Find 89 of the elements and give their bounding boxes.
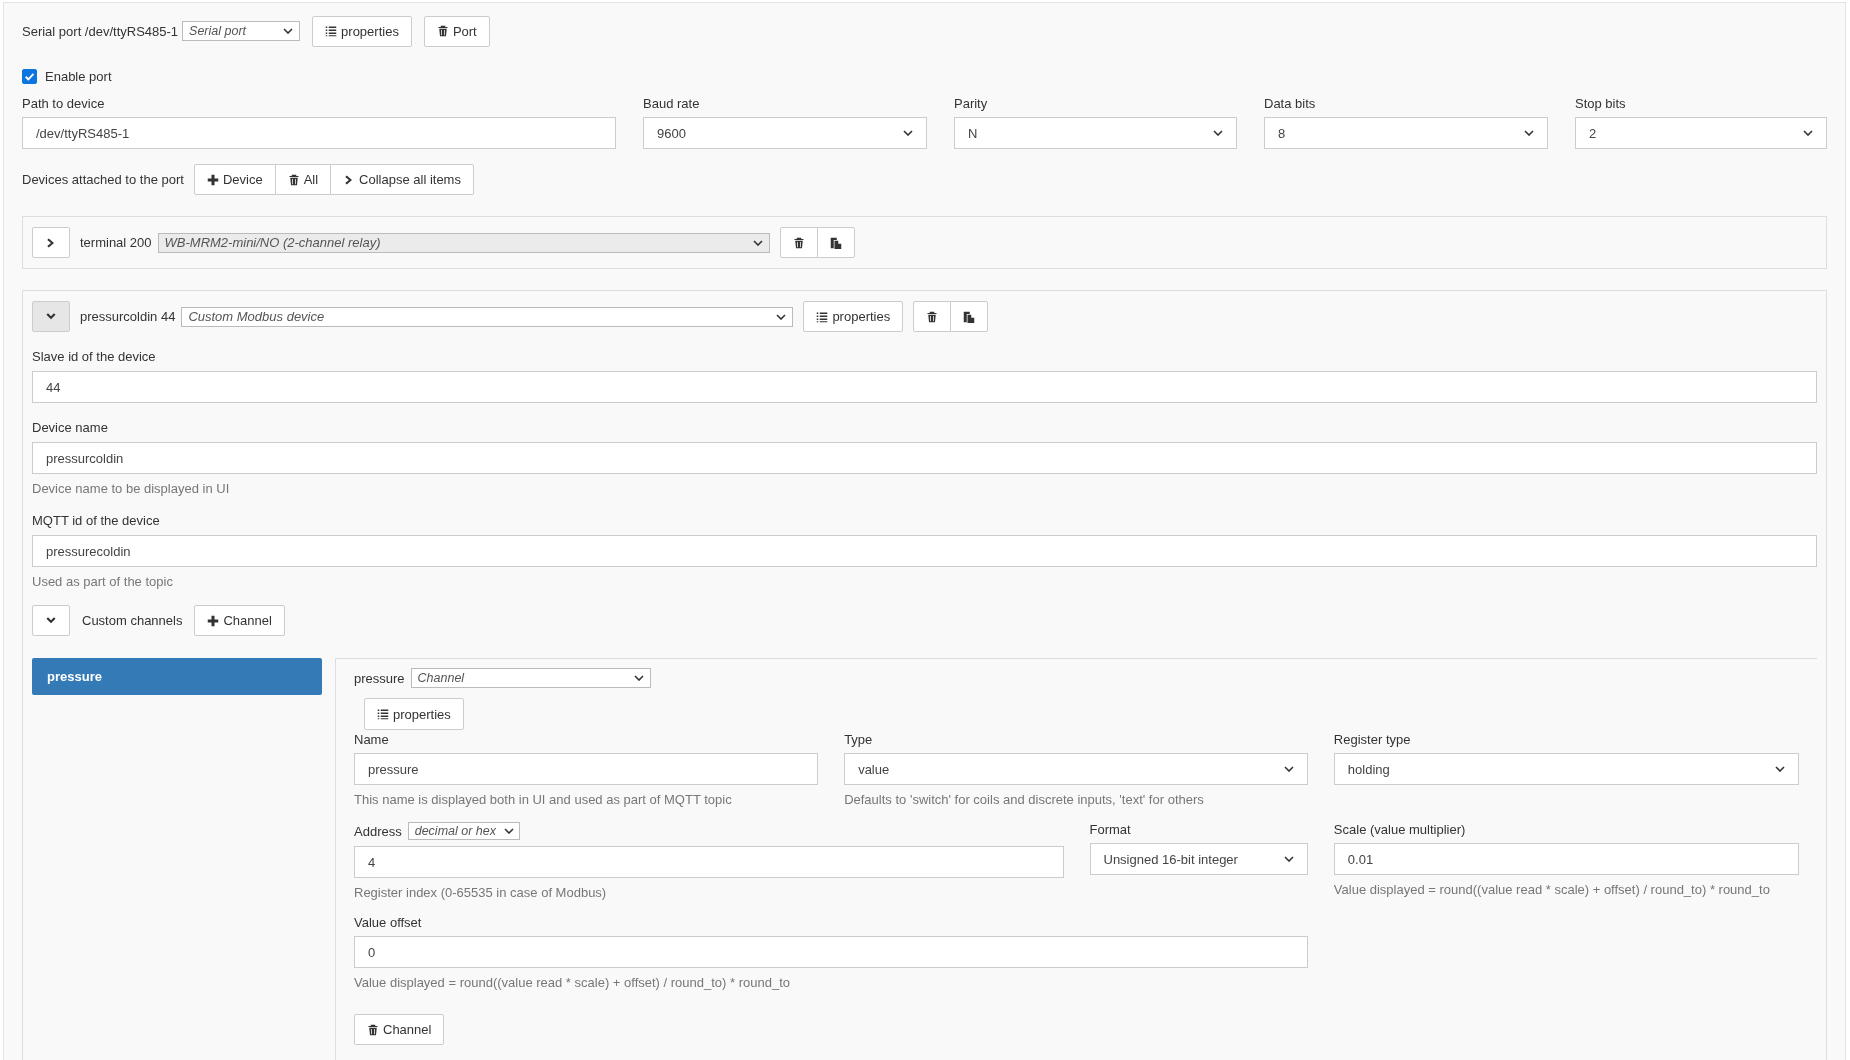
trash-icon xyxy=(287,173,300,186)
plus-icon xyxy=(206,173,219,186)
expand-toggle-button[interactable] xyxy=(32,301,70,332)
trash-icon xyxy=(926,310,939,323)
copy-button[interactable] xyxy=(816,227,855,258)
copy-icon xyxy=(963,310,976,323)
caret-icon xyxy=(504,828,514,834)
plus-icon xyxy=(207,614,220,627)
field-label: Slave id of the device xyxy=(32,349,157,364)
caret-icon xyxy=(1213,130,1223,136)
delete-button[interactable]: Port xyxy=(423,15,490,47)
field-label: Name xyxy=(354,732,389,747)
delete-channel-button[interactable]: Channel xyxy=(354,1014,445,1045)
help-text: Device name to be displayed in UI xyxy=(32,481,231,496)
copy-icon xyxy=(829,236,842,249)
select-field[interactable]: 8 xyxy=(1264,117,1548,149)
text-field[interactable]: 0.01 xyxy=(1333,843,1799,875)
select-field[interactable]: 2 xyxy=(1575,117,1827,149)
devices-label: Devices attached to the port xyxy=(22,172,184,187)
delete-button[interactable] xyxy=(913,301,952,332)
field-label: Path to device xyxy=(22,96,106,111)
caret-icon xyxy=(903,130,913,136)
caret-icon xyxy=(1524,130,1534,136)
expand-toggle-button[interactable] xyxy=(32,605,70,636)
number-format-select[interactable]: decimal or hex xyxy=(407,822,520,840)
field-label: Stop bits xyxy=(1575,96,1627,111)
properties-button[interactable]: properties xyxy=(312,15,412,47)
field-label: Format xyxy=(1089,822,1131,837)
channel-type-select[interactable]: Channel xyxy=(410,668,651,688)
properties-button[interactable]: properties xyxy=(364,698,464,730)
properties-button[interactable]: properties xyxy=(803,301,904,332)
select-field[interactable]: Unsigned 16-bit integer xyxy=(1089,843,1308,875)
channel-list-item[interactable]: pressure xyxy=(32,658,322,695)
list-icon xyxy=(325,25,338,37)
field-label: MQTT id of the device xyxy=(32,513,161,528)
copy-button[interactable] xyxy=(950,301,989,332)
trash-icon xyxy=(792,236,805,249)
caret-icon xyxy=(752,239,763,246)
help-text: Register index (0-65535 in case of Modbus) xyxy=(354,885,608,900)
text-field[interactable]: pressurecoldin xyxy=(32,535,1817,567)
caret-icon xyxy=(633,675,644,681)
select-field[interactable]: holding xyxy=(1333,753,1799,785)
list-icon xyxy=(816,310,829,323)
caret-icon xyxy=(283,28,294,34)
caret-icon xyxy=(1283,856,1294,862)
collapse-all-button[interactable]: Collapse all items xyxy=(330,164,474,195)
field-label: Value offset xyxy=(354,915,422,930)
field-label: Type xyxy=(844,732,873,747)
text-field[interactable]: 44 xyxy=(32,371,1817,403)
field-label: Parity xyxy=(954,96,989,111)
text-field[interactable]: 0 xyxy=(354,936,1308,968)
trash-icon xyxy=(367,1023,379,1036)
port-title: Serial port /dev/ttyRS485-1 xyxy=(22,23,179,39)
enable-port-checkbox[interactable] xyxy=(22,69,37,84)
text-field[interactable]: pressurcoldin xyxy=(32,442,1817,474)
port-type-select[interactable]: Serial port xyxy=(182,21,301,41)
delete-button[interactable]: All xyxy=(274,164,332,195)
help-text: Value displayed = round((value read * scale) + offset) / round_to) * round_to xyxy=(1333,882,1771,897)
channel-title: pressure xyxy=(354,670,405,686)
add-channel-button[interactable]: Channel xyxy=(194,605,285,636)
field-label: Data bits xyxy=(1264,96,1317,111)
device-type-select[interactable]: Custom Modbus device xyxy=(181,306,794,327)
field-label: Device name xyxy=(32,420,109,435)
device-title: pressurcoldin 44 xyxy=(80,309,176,324)
caret-icon xyxy=(776,313,787,320)
enable-port-label: Enable port xyxy=(45,69,112,84)
caret-icon xyxy=(1775,766,1785,772)
text-field[interactable]: /dev/ttyRS485-1 xyxy=(22,117,616,149)
device-title: terminal 200 xyxy=(80,235,152,250)
text-field[interactable]: pressure xyxy=(354,753,819,785)
field-label: Baud rate xyxy=(643,96,701,111)
custom-channels-label: Custom channels xyxy=(82,613,183,628)
select-field[interactable]: N xyxy=(954,117,1237,149)
select-field[interactable]: value xyxy=(844,753,1308,785)
field-label: Register type xyxy=(1333,732,1411,747)
text-field[interactable]: 4 xyxy=(354,846,1064,878)
field-label: Scale (value multiplier) xyxy=(1333,822,1466,837)
help-text: Used as part of the topic xyxy=(32,574,174,589)
help-text: This name is displayed both in UI and used as part of MQTT topic xyxy=(354,792,733,807)
delete-button[interactable] xyxy=(779,227,818,258)
field-label: Address xyxy=(354,823,402,839)
help-text: Value displayed = round((value read * scale) + offset) / round_to) * round_to xyxy=(354,975,791,990)
list-icon xyxy=(377,708,389,720)
trash-icon xyxy=(436,25,449,37)
caret-icon xyxy=(1803,130,1813,136)
select-field[interactable]: 9600 xyxy=(643,117,927,149)
add-button[interactable]: Device xyxy=(193,164,276,195)
help-text: Defaults to 'switch' for coils and discrete inputs, 'text' for others xyxy=(844,792,1205,807)
caret-icon xyxy=(1283,766,1294,772)
